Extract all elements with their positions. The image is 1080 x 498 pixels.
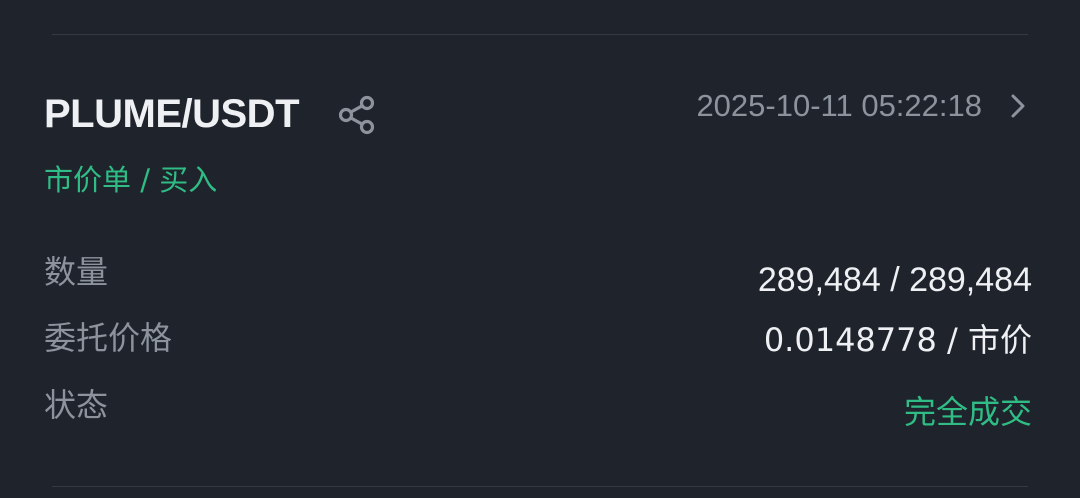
status-label: 状态 (44, 386, 109, 424)
quantity-label: 数量 (44, 253, 109, 291)
price-value: 0.0148778 / 市价 (763, 321, 1032, 359)
order-type-label: 市价单 / 买入 (44, 163, 218, 197)
share-icon[interactable] (336, 94, 378, 136)
bottom-divider (52, 486, 1028, 487)
quantity-value: 289,484 / 289,484 (757, 261, 1032, 299)
price-label: 委托价格 (44, 319, 173, 357)
order-datetime: 2025-10-11 05:22:18 (696, 88, 982, 123)
status-value: 完全成交 (903, 393, 1032, 431)
trading-pair-title: PLUME/USDT (44, 92, 300, 136)
top-divider (52, 34, 1028, 35)
chevron-right-icon[interactable] (1006, 92, 1030, 120)
